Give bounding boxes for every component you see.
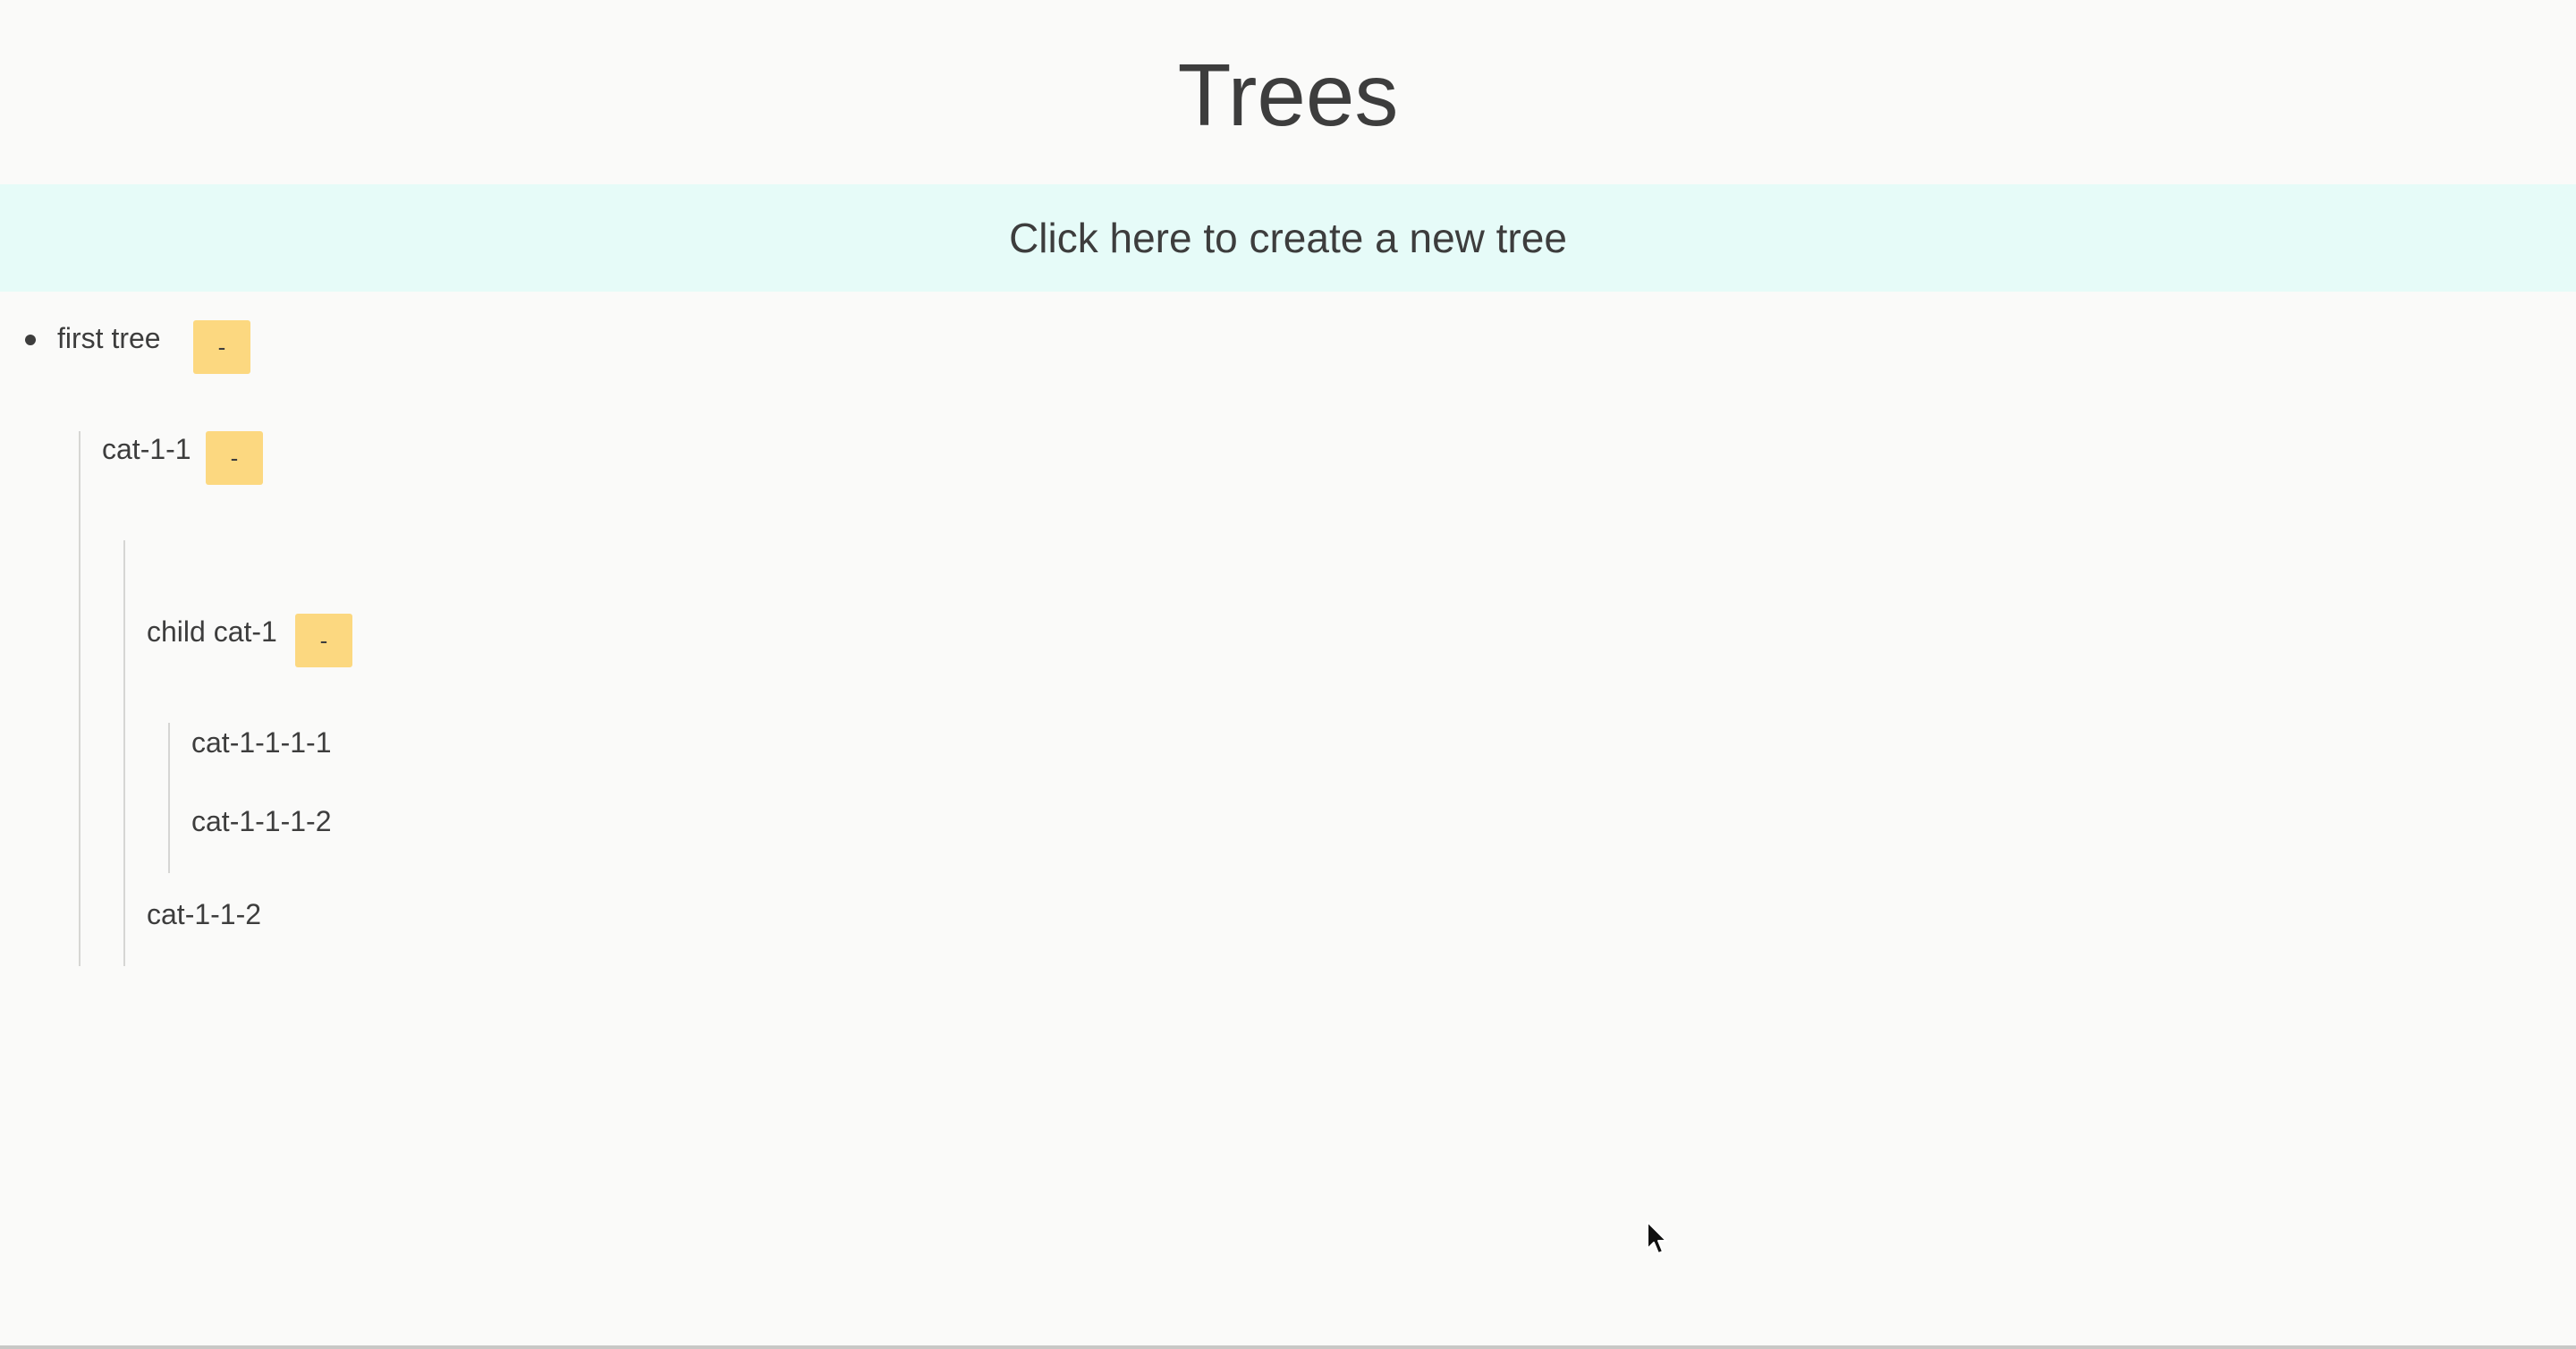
tree-guide-line xyxy=(168,723,170,873)
mouse-pointer-icon xyxy=(1647,1221,1667,1254)
page: Trees Click here to create a new tree fi… xyxy=(0,0,2576,1349)
tree-guide-line xyxy=(123,540,125,966)
tree-item-cat-1-1-1-1: cat-1-1-1-1 xyxy=(191,726,332,759)
tree-item-cat-1-1: cat-1-1 xyxy=(102,433,191,465)
collapse-button-cat-1-1[interactable]: - xyxy=(206,431,263,485)
create-tree-button[interactable]: Click here to create a new tree xyxy=(0,184,2576,292)
bottom-divider xyxy=(0,1345,2576,1349)
tree-item-cat-1-1-1-2: cat-1-1-1-2 xyxy=(191,805,332,837)
tree-item-cat-1-1-2: cat-1-1-2 xyxy=(147,898,262,930)
collapse-button-child-cat-1[interactable]: - xyxy=(295,614,352,667)
tree-guide-line xyxy=(79,431,80,966)
page-title: Trees xyxy=(1177,46,1399,144)
tree-item-child-cat-1: child cat-1 xyxy=(147,615,277,648)
create-tree-label: Click here to create a new tree xyxy=(1009,215,1567,261)
collapse-button-first-tree[interactable]: - xyxy=(193,320,250,374)
bullet-icon xyxy=(25,335,36,345)
tree-item-first-tree: first tree xyxy=(57,322,161,354)
